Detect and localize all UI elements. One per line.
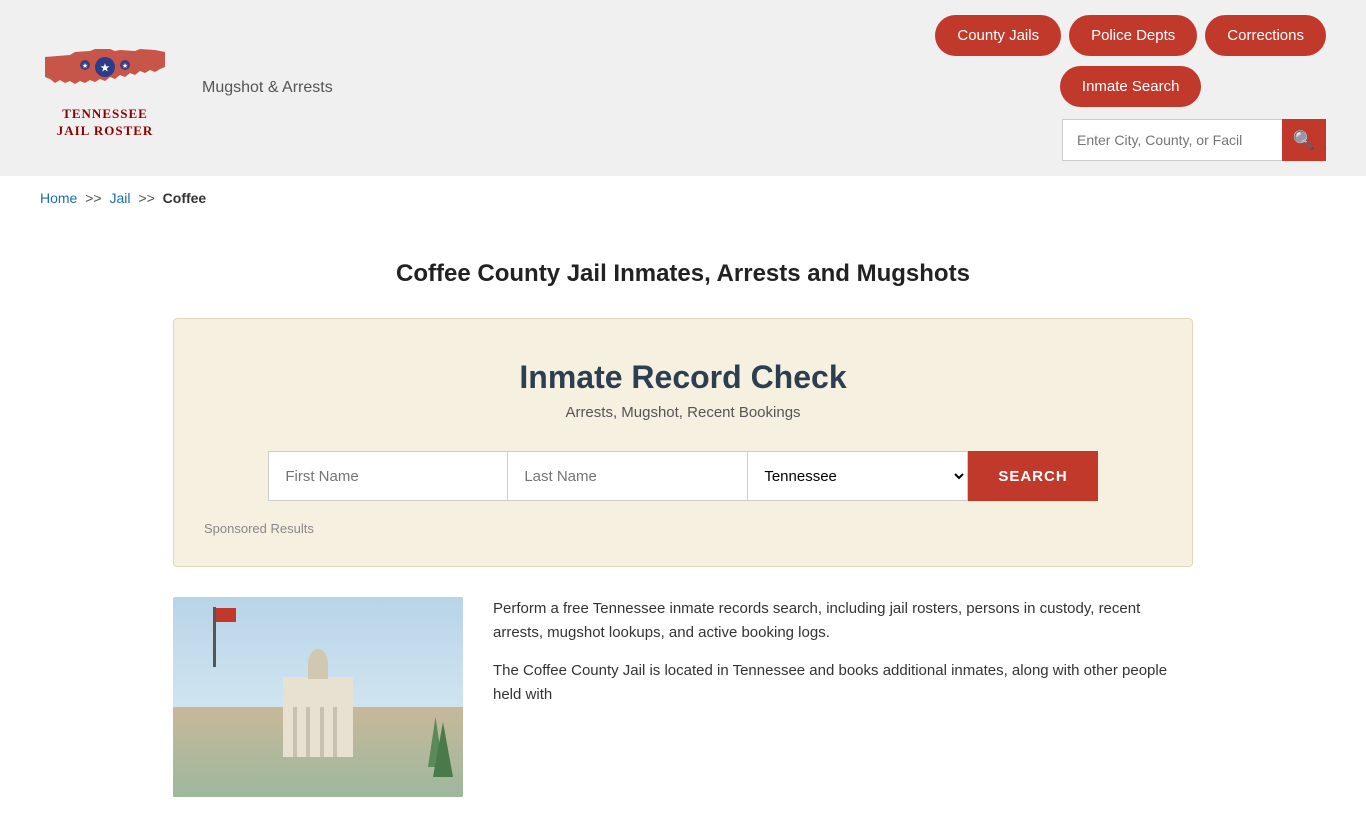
nav-row-2: Inmate Search bbox=[1060, 66, 1202, 107]
header-search-button[interactable]: 🔍 bbox=[1282, 119, 1326, 161]
header-search-input[interactable] bbox=[1062, 119, 1282, 161]
breadcrumb-sep-1: >> bbox=[85, 190, 101, 206]
bottom-paragraph-2: The Coffee County Jail is located in Ten… bbox=[493, 659, 1193, 707]
record-check-title: Inmate Record Check bbox=[204, 359, 1162, 396]
search-icon: 🔍 bbox=[1293, 130, 1315, 151]
corrections-button[interactable]: Corrections bbox=[1205, 15, 1326, 56]
header-search-area: 🔍 bbox=[1062, 119, 1326, 161]
main-content: Coffee County Jail Inmates, Arrests and … bbox=[133, 220, 1233, 817]
logo-line2: JAIL ROSTER bbox=[57, 123, 154, 140]
nav-row-1: County Jails Police Depts Corrections bbox=[935, 15, 1326, 56]
record-check-subtitle: Arrests, Mugshot, Recent Bookings bbox=[204, 404, 1162, 421]
inmate-search-button[interactable]: Inmate Search bbox=[1060, 66, 1202, 107]
breadcrumb-current: Coffee bbox=[163, 190, 207, 206]
last-name-input[interactable] bbox=[508, 451, 748, 501]
site-logo[interactable]: ★ ★ ★ TENNESSEE JAIL ROSTER bbox=[40, 37, 170, 140]
header: ★ ★ ★ TENNESSEE JAIL ROSTER Mugshot & Ar… bbox=[0, 0, 1366, 176]
nav-area: County Jails Police Depts Corrections In… bbox=[935, 15, 1326, 107]
county-building-image bbox=[173, 597, 463, 797]
bottom-description: Perform a free Tennessee inmate records … bbox=[493, 597, 1193, 797]
page-title: Coffee County Jail Inmates, Arrests and … bbox=[173, 260, 1193, 288]
first-name-input[interactable] bbox=[268, 451, 508, 501]
police-depts-button[interactable]: Police Depts bbox=[1069, 15, 1197, 56]
breadcrumb-home[interactable]: Home bbox=[40, 190, 77, 206]
svg-text:★: ★ bbox=[101, 63, 110, 74]
breadcrumb-bar: Home >> Jail >> Coffee bbox=[0, 176, 1366, 220]
inmate-search-submit[interactable]: SEARCH bbox=[968, 451, 1097, 501]
flag-icon bbox=[216, 608, 236, 622]
logo-text: TENNESSEE JAIL ROSTER bbox=[57, 106, 154, 140]
county-jails-button[interactable]: County Jails bbox=[935, 15, 1061, 56]
bottom-paragraph-1: Perform a free Tennessee inmate records … bbox=[493, 597, 1193, 645]
state-select[interactable]: Tennessee Alabama Georgia Kentucky bbox=[748, 451, 968, 501]
logo-line1: TENNESSEE bbox=[57, 106, 154, 123]
svg-text:★: ★ bbox=[82, 62, 88, 70]
breadcrumb-sep-2: >> bbox=[138, 190, 154, 206]
breadcrumb-jail[interactable]: Jail bbox=[110, 190, 131, 206]
mugshot-subtitle: Mugshot & Arrests bbox=[202, 79, 333, 97]
tn-state-icon: ★ ★ ★ bbox=[40, 37, 170, 102]
sponsored-label: Sponsored Results bbox=[204, 521, 1162, 536]
inmate-search-form: Tennessee Alabama Georgia Kentucky SEARC… bbox=[204, 451, 1162, 501]
logo-area: ★ ★ ★ TENNESSEE JAIL ROSTER Mugshot & Ar… bbox=[40, 37, 333, 140]
svg-text:★: ★ bbox=[122, 62, 128, 70]
bottom-section: Perform a free Tennessee inmate records … bbox=[173, 597, 1193, 797]
record-check-box: Inmate Record Check Arrests, Mugshot, Re… bbox=[173, 318, 1193, 567]
